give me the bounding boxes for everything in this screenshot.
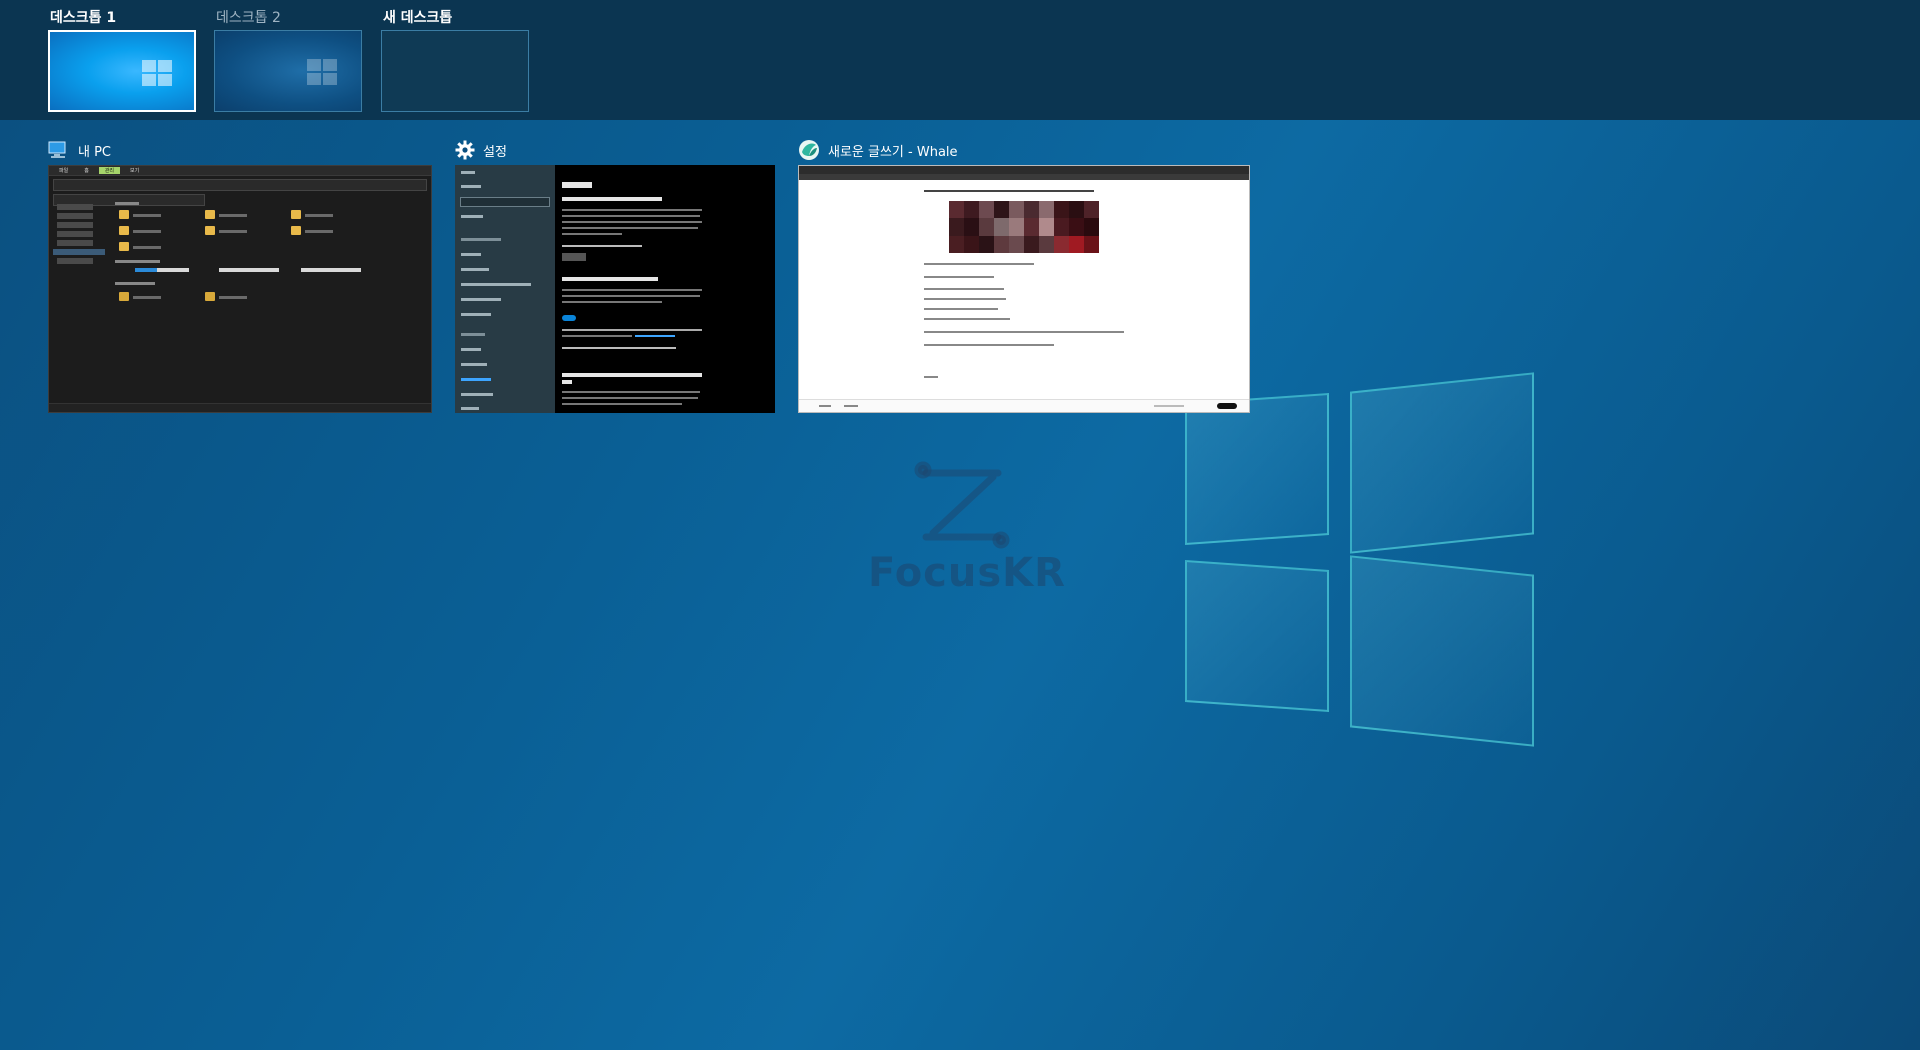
explorer-preview[interactable]: 파일 홈 관리 보기 (48, 165, 432, 413)
desktop-2-thumbnail[interactable] (214, 30, 362, 112)
focuskr-watermark: FocusKR (868, 455, 1065, 596)
gear-icon (455, 140, 475, 160)
settings-preview[interactable] (455, 165, 775, 413)
windows-logo-icon (142, 60, 174, 88)
virtual-desktops-strip: 데스크톱 1 데스크톱 2 새 데스크톱 (0, 0, 1920, 120)
desktop-1-thumbnail[interactable] (48, 30, 196, 112)
whale-browser-icon (799, 140, 819, 160)
window-title: 설정 (483, 144, 507, 160)
computer-icon (48, 141, 66, 158)
background-windows-logo (1185, 372, 1555, 750)
desktop-2-label: 데스크톱 2 (216, 10, 281, 26)
pixelated-image (949, 201, 1099, 253)
windows-logo-icon (307, 59, 339, 87)
focuskr-logo-icon (914, 461, 1010, 549)
whale-preview[interactable] (798, 165, 1250, 413)
window-title-bar: 설정 (455, 138, 507, 162)
window-title: 새로운 글쓰기 - Whale (828, 144, 958, 160)
new-desktop-label: 새 데스크톱 (383, 10, 453, 26)
window-title-bar: 새로운 글쓰기 - Whale (798, 138, 958, 162)
window-title: 내 PC (78, 144, 112, 160)
desktop-1-label: 데스크톱 1 (50, 10, 117, 26)
watermark-text: FocusKR (868, 550, 1066, 596)
window-title-bar: 내 PC (48, 138, 111, 162)
new-desktop-thumbnail[interactable] (381, 30, 529, 112)
